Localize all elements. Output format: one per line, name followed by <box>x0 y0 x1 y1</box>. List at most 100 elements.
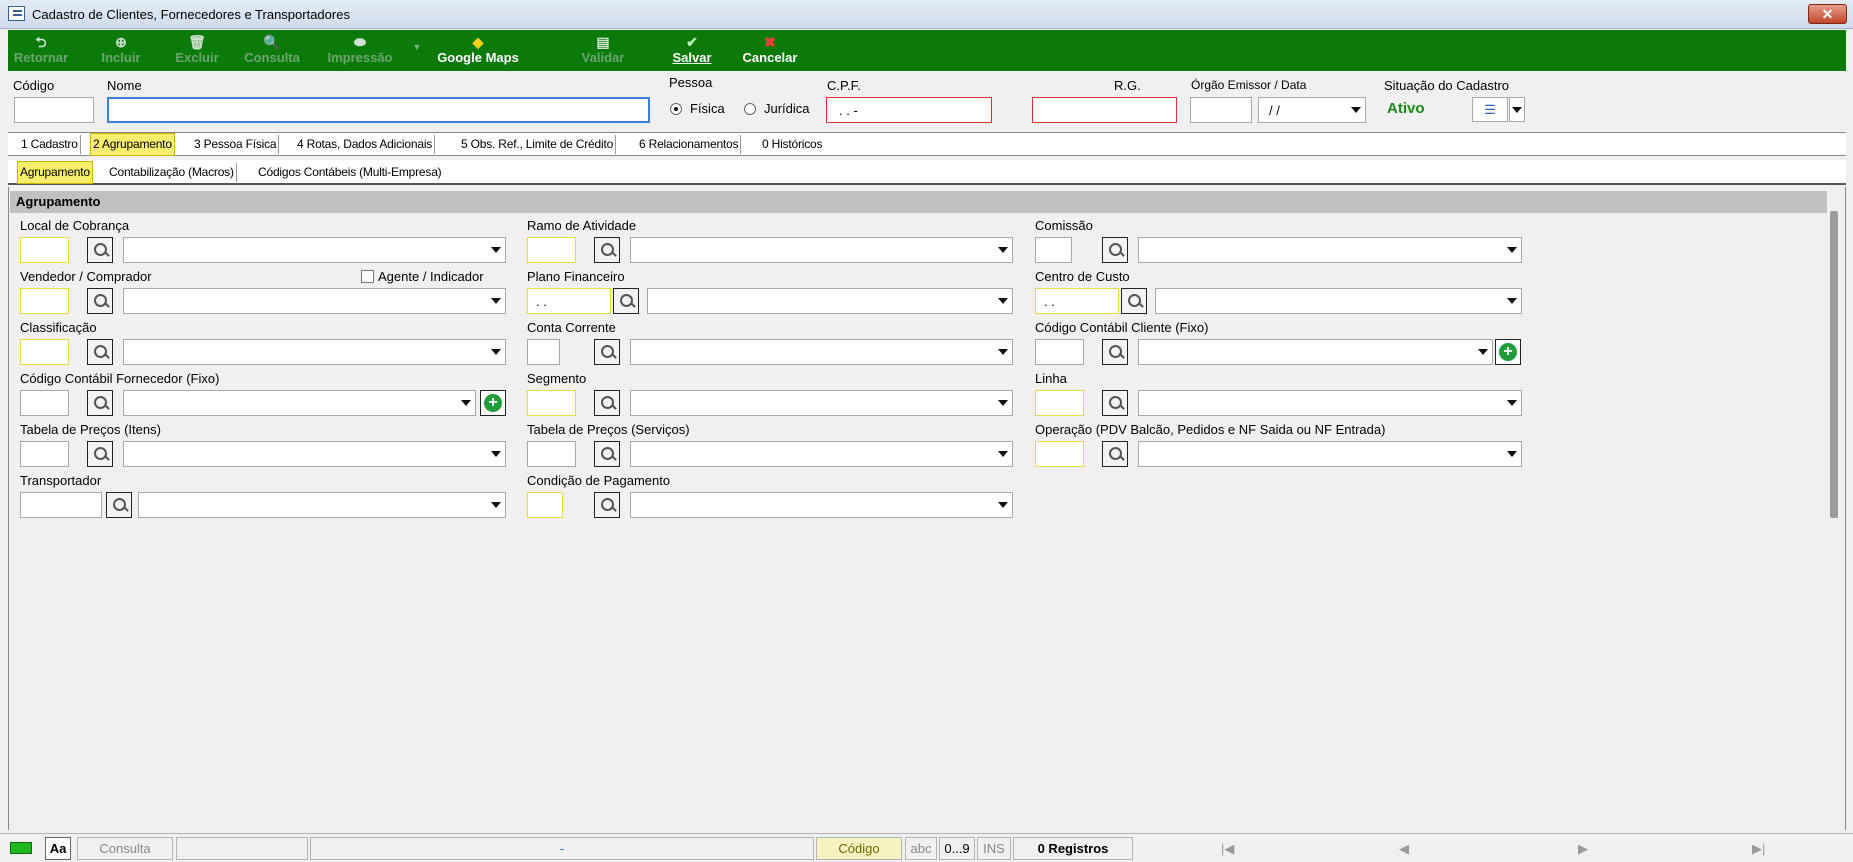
comissao-combo[interactable] <box>1138 237 1522 263</box>
search-icon[interactable] <box>613 288 639 314</box>
google-maps-button[interactable]: ◆ Google Maps <box>428 30 528 71</box>
transportador-code[interactable] <box>20 492 102 518</box>
linha-code[interactable] <box>1035 390 1084 416</box>
condicao-code[interactable] <box>527 492 563 518</box>
prev-record-icon[interactable]: ◀ <box>1399 841 1409 857</box>
situacao-edit-button[interactable]: ☰ <box>1472 97 1508 122</box>
rg-input[interactable] <box>1032 97 1177 123</box>
tab-relacionamentos[interactable]: 6 Relacionamentos <box>637 135 742 154</box>
juridica-radio[interactable] <box>744 103 756 115</box>
tab-historicos[interactable]: 0 Históricos <box>760 135 824 154</box>
search-icon[interactable] <box>1102 441 1128 467</box>
data-value: / / <box>1269 103 1280 118</box>
tab-rotas[interactable]: 4 Rotas, Dados Adicionais <box>295 135 436 154</box>
excluir-button[interactable]: 🗑 Excluir <box>168 30 226 71</box>
cod-contabil-cliente-combo[interactable] <box>1138 339 1493 365</box>
consulta-button[interactable]: 🔍 Consulta <box>238 30 306 71</box>
chevron-down-icon <box>1507 247 1517 253</box>
codigo-input[interactable] <box>14 97 94 123</box>
cod-contabil-fornecedor-combo[interactable] <box>123 390 476 416</box>
fisica-radio[interactable] <box>670 103 682 115</box>
search-icon[interactable] <box>594 492 620 518</box>
retornar-button[interactable]: ⮌ Retornar <box>12 30 70 71</box>
ramo-code[interactable] <box>527 237 576 263</box>
tab-obs[interactable]: 5 Obs. Ref., Limite de Crédito <box>459 135 617 154</box>
subtab-agrupamento[interactable]: Agrupamento <box>17 161 93 184</box>
first-record-icon[interactable]: |◀ <box>1221 841 1234 857</box>
font-size-button[interactable]: Aa <box>45 837 71 860</box>
status-ins: INS <box>977 837 1011 860</box>
search-icon[interactable] <box>594 390 620 416</box>
tabela-servicos-code[interactable] <box>527 441 576 467</box>
operacao-code[interactable] <box>1035 441 1084 467</box>
nav-area <box>1135 837 1815 860</box>
add-circle-icon[interactable] <box>480 390 506 416</box>
validar-button[interactable]: ▤ Validar <box>572 30 634 71</box>
condicao-combo[interactable] <box>630 492 1013 518</box>
cod-contabil-cliente-code[interactable] <box>1035 339 1084 365</box>
cod-contabil-fornecedor-code[interactable] <box>20 390 69 416</box>
search-icon[interactable] <box>594 237 620 263</box>
impressao-dropdown[interactable]: ▼ <box>412 42 422 54</box>
tabela-itens-code[interactable] <box>20 441 69 467</box>
conta-corrente-combo[interactable] <box>630 339 1013 365</box>
conta-corrente-code[interactable] <box>527 339 560 365</box>
search-icon[interactable] <box>87 237 113 263</box>
search-icon[interactable] <box>1102 339 1128 365</box>
transportador-combo[interactable] <box>138 492 506 518</box>
search-icon[interactable] <box>106 492 132 518</box>
close-button[interactable]: ✕ <box>1808 4 1847 24</box>
local-cobranca-combo[interactable] <box>123 237 506 263</box>
search-icon[interactable] <box>1102 390 1128 416</box>
search-icon[interactable] <box>594 441 620 467</box>
data-combo[interactable]: / / <box>1258 97 1366 123</box>
orgao-input[interactable] <box>1190 97 1252 123</box>
search-icon[interactable] <box>594 339 620 365</box>
cancelar-button[interactable]: ✖ Cancelar <box>730 30 810 71</box>
segmento-code[interactable] <box>527 390 576 416</box>
agente-checkbox[interactable] <box>361 270 374 283</box>
classificacao-code[interactable] <box>20 339 69 365</box>
status-codigo: Código <box>816 837 902 860</box>
comissao-code[interactable] <box>1035 237 1072 263</box>
vendedor-combo[interactable] <box>123 288 506 314</box>
segmento-combo[interactable] <box>630 390 1013 416</box>
scrollbar[interactable] <box>1830 211 1838 518</box>
classificacao-combo[interactable] <box>123 339 506 365</box>
impressao-button[interactable]: ⬬ Impressão <box>320 30 400 71</box>
operacao-combo[interactable] <box>1138 441 1522 467</box>
nome-input[interactable] <box>107 97 650 123</box>
linha-combo[interactable] <box>1138 390 1522 416</box>
centro-custo-combo[interactable] <box>1155 288 1522 314</box>
subtab-codigos-contabeis[interactable]: Códigos Contábeis (Multi-Empresa) <box>256 163 443 182</box>
situacao-dropdown[interactable] <box>1509 97 1525 122</box>
search-icon[interactable] <box>87 339 113 365</box>
incluir-button[interactable]: ⊕ Incluir <box>92 30 150 71</box>
subtab-contabilizacao[interactable]: Contabilização (Macros) <box>107 163 237 182</box>
fisica-label: Física <box>690 101 725 116</box>
plano-code[interactable]: . . <box>527 288 611 314</box>
chevron-down-icon <box>1512 107 1522 113</box>
cpf-input[interactable]: . . - <box>826 97 992 123</box>
salvar-button[interactable]: ✔ Salvar <box>660 30 724 71</box>
search-icon[interactable] <box>1102 237 1128 263</box>
search-icon[interactable] <box>87 441 113 467</box>
tabela-servicos-combo[interactable] <box>630 441 1013 467</box>
last-record-icon[interactable]: ▶| <box>1752 841 1765 857</box>
search-icon[interactable] <box>87 390 113 416</box>
tabela-itens-combo[interactable] <box>123 441 506 467</box>
local-cobranca-code[interactable] <box>20 237 69 263</box>
plano-combo[interactable] <box>647 288 1013 314</box>
situacao-value: Ativo <box>1387 100 1425 117</box>
next-record-icon[interactable]: ▶ <box>1578 841 1588 857</box>
search-icon[interactable] <box>87 288 113 314</box>
centro-custo-code[interactable]: . . <box>1035 288 1119 314</box>
tab-cadastro[interactable]: 1 Cadastro <box>19 135 81 154</box>
tab-agrupamento[interactable]: 2 Agrupamento <box>90 133 175 156</box>
search-icon[interactable] <box>1121 288 1147 314</box>
vendedor-label: Vendedor / Comprador <box>20 269 152 284</box>
ramo-combo[interactable] <box>630 237 1013 263</box>
vendedor-code[interactable] <box>20 288 69 314</box>
add-circle-icon[interactable] <box>1495 339 1521 365</box>
tab-pessoa-fisica[interactable]: 3 Pessoa Física <box>192 135 280 154</box>
